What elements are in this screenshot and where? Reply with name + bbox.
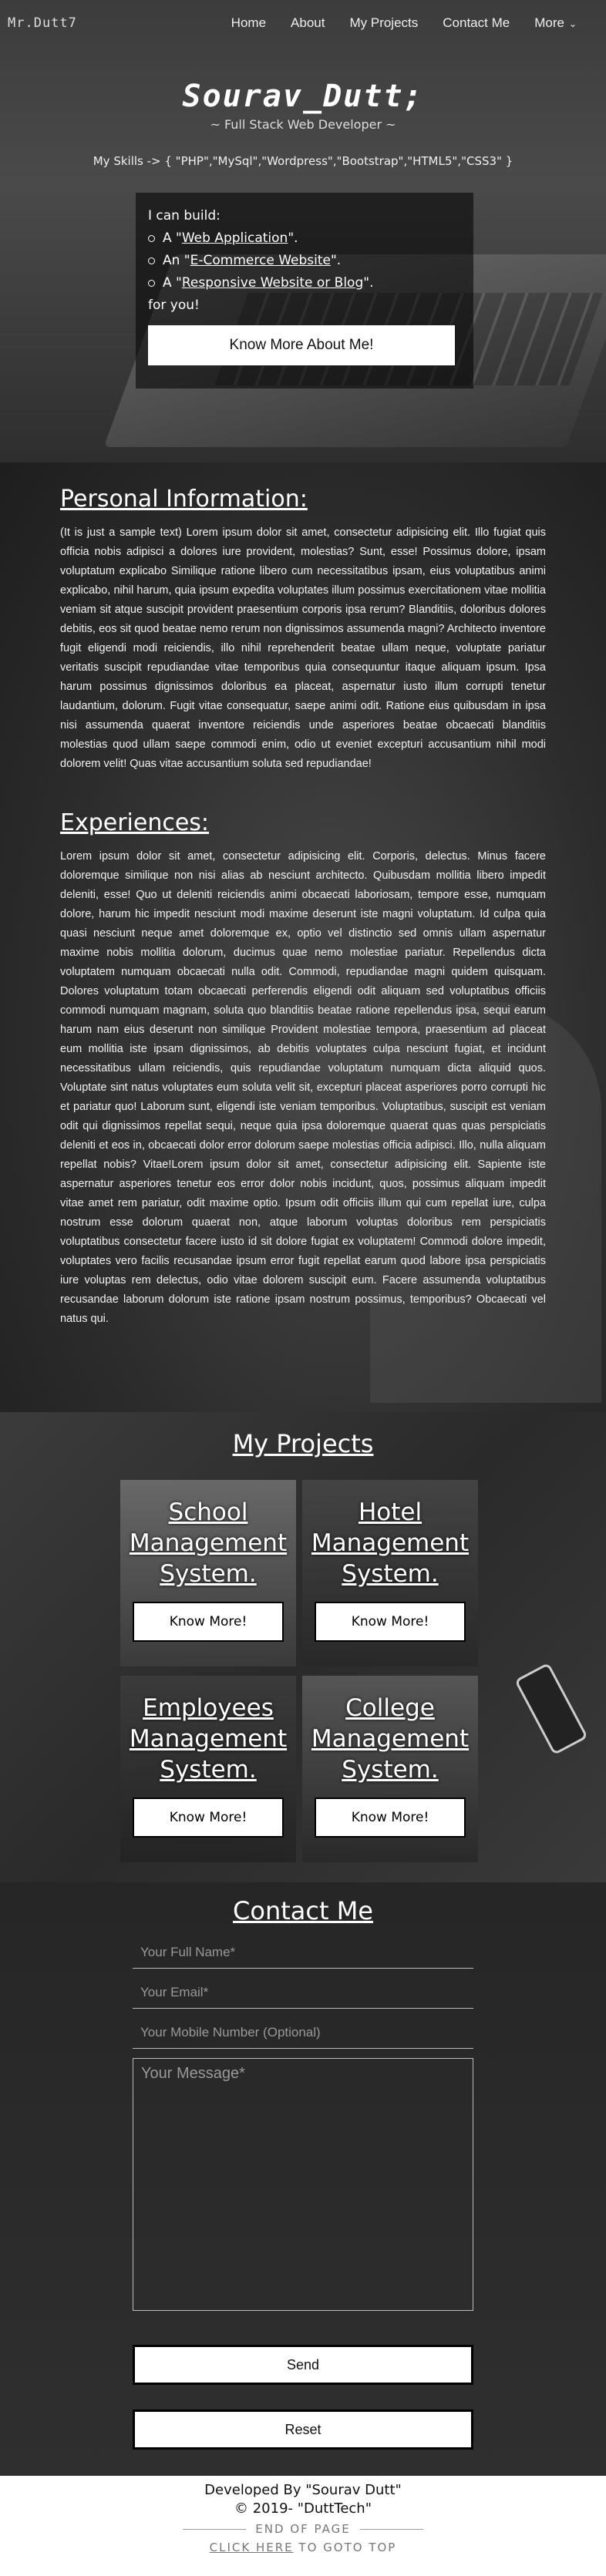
about-section: Personal Information: (It is just a samp…: [0, 462, 606, 1412]
personal-info-block: Personal Information: (It is just a samp…: [0, 486, 606, 774]
know-more-about-me-button[interactable]: Know More About Me!: [148, 325, 455, 365]
link-responsive-website[interactable]: Responsive Website or Blog: [182, 275, 363, 291]
developed-by-text: Developed By "Sourav Dutt": [204, 2482, 402, 2498]
build-list: A "Web Application". An "E-Commerce Webs…: [148, 227, 461, 294]
project-card-title: Hotel Management System.: [311, 1498, 470, 1588]
projects-title: My Projects: [232, 1429, 374, 1458]
project-card-title: Employees Management System.: [129, 1694, 288, 1784]
full-name-input[interactable]: [133, 1936, 473, 1969]
link-ecommerce-website[interactable]: E-Commerce Website: [190, 253, 331, 268]
hero-subtitle: ~ Full Stack Web Developer ~: [210, 117, 396, 132]
contact-title: Contact Me: [233, 1896, 373, 1925]
build-item-prefix: A ": [163, 275, 182, 291]
project-card-employees: Employees Management System. Know More!: [120, 1676, 296, 1862]
build-item-suffix: ".: [288, 230, 298, 246]
project-card-hotel: Hotel Management System. Know More!: [302, 1480, 478, 1666]
hero-skills: My Skills -> { "PHP","MySql","Wordpress"…: [93, 154, 513, 168]
nav-about[interactable]: About: [291, 15, 325, 31]
personal-info-title: Personal Information:: [60, 486, 308, 513]
brand-logo[interactable]: Mr.Dutt7: [8, 15, 77, 31]
projects-section: My Projects School Management System. Kn…: [0, 1412, 606, 1882]
know-more-button[interactable]: Know More!: [315, 1602, 466, 1642]
experiences-title: Experiences:: [60, 809, 210, 836]
chevron-down-icon: ⌄: [568, 18, 577, 29]
project-card-title: School Management System.: [129, 1498, 288, 1588]
build-item: A "Web Application".: [148, 227, 461, 250]
circle-bullet-icon: [148, 234, 155, 242]
project-card-school: School Management System. Know More!: [120, 1480, 296, 1666]
nav-contact-me[interactable]: Contact Me: [443, 15, 510, 31]
nav-menu: Home About My Projects Contact Me More ⌄: [207, 15, 577, 31]
footer: Developed By "Sourav Dutt" © 2019- "Dutt…: [0, 2476, 606, 2576]
build-item: A "Responsive Website or Blog".: [148, 272, 461, 294]
reset-button[interactable]: Reset: [133, 2410, 473, 2450]
click-here-link[interactable]: CLICK HERE: [210, 2541, 294, 2554]
personal-info-text: (It is just a sample text) Lorem ipsum d…: [60, 526, 546, 770]
build-item-prefix: An ": [163, 253, 190, 268]
goto-top: CLICK HERE TO GOTO TOP: [0, 2541, 606, 2554]
message-textarea[interactable]: [133, 2058, 473, 2311]
nav-more-dropdown[interactable]: More ⌄: [534, 15, 577, 31]
phone-background-image: [514, 1662, 588, 1756]
link-web-application[interactable]: Web Application: [182, 230, 288, 246]
experiences-text: Lorem ipsum dolor sit amet, consectetur …: [60, 850, 546, 1325]
know-more-button[interactable]: Know More!: [133, 1797, 284, 1838]
experiences-block: Experiences: Lorem ipsum dolor sit amet,…: [0, 809, 606, 1329]
email-input[interactable]: [133, 1976, 473, 2009]
nav-more-label: More: [534, 15, 564, 30]
build-item-suffix: ".: [363, 275, 374, 291]
project-card-title: College Management System.: [311, 1694, 470, 1784]
build-item-suffix: ".: [330, 253, 342, 268]
send-button[interactable]: Send: [133, 2345, 473, 2385]
copyright-text: © 2019- "DuttTech": [234, 2500, 372, 2517]
goto-top-text: TO GOTO TOP: [293, 2541, 397, 2554]
build-item-prefix: A ": [163, 230, 182, 246]
build-outro: for you!: [148, 298, 200, 313]
build-intro: I can build:: [148, 208, 221, 224]
build-box: I can build: A "Web Application". An "E-…: [136, 193, 473, 388]
circle-bullet-icon: [148, 257, 155, 264]
build-item: An "E-Commerce Website".: [148, 250, 461, 272]
know-more-button[interactable]: Know More!: [315, 1797, 466, 1838]
contact-section: Contact Me Send Reset: [0, 1882, 606, 2476]
hero-title: Sourav_Dutt;: [182, 79, 424, 114]
mobile-number-input[interactable]: [133, 2016, 473, 2049]
circle-bullet-icon: [148, 279, 155, 287]
project-card-college: College Management System. Know More!: [302, 1676, 478, 1862]
end-of-page-text: END OF PAGE: [0, 2522, 606, 2536]
know-more-button[interactable]: Know More!: [133, 1602, 284, 1642]
hero-section: Sourav_Dutt; ~ Full Stack Web Developer …: [0, 0, 606, 462]
nav-my-projects[interactable]: My Projects: [349, 15, 418, 31]
top-navbar: Mr.Dutt7 Home About My Projects Contact …: [0, 0, 606, 48]
nav-home[interactable]: Home: [231, 15, 266, 31]
